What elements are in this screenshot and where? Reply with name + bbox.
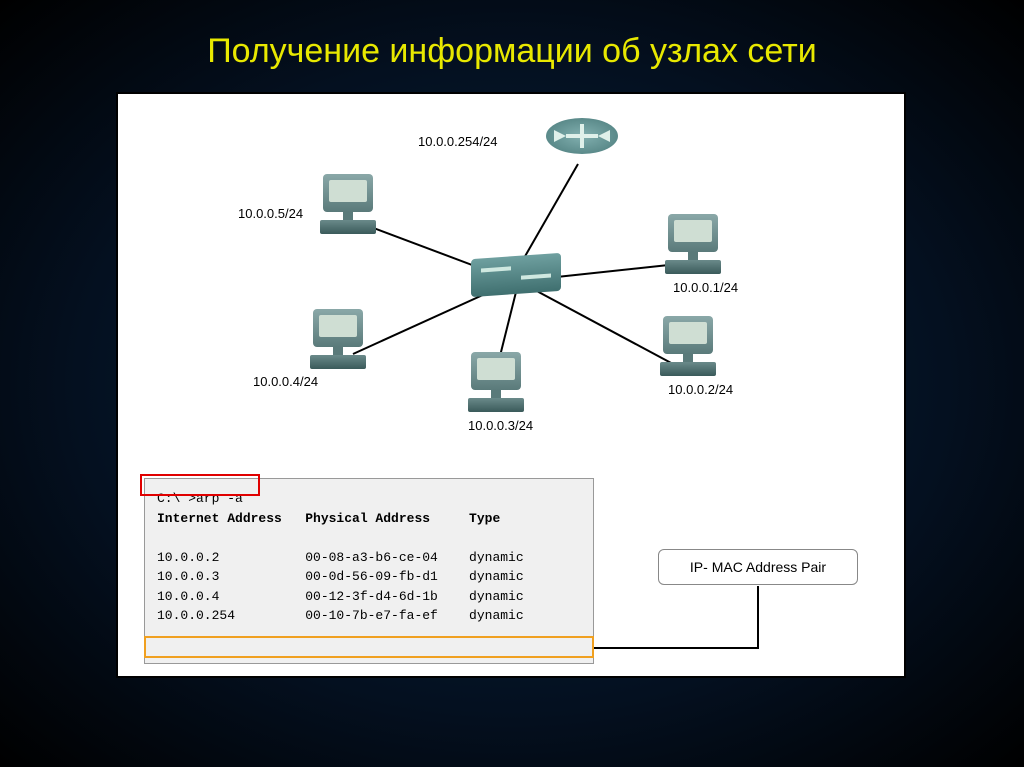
- pc5-label: 10.0.0.5/24: [238, 206, 303, 221]
- arp-row: 10.0.0.3 00-0d-56-09-fb-d1 dynamic: [157, 567, 581, 587]
- pc3-label: 10.0.0.3/24: [468, 418, 533, 433]
- slide-title: Получение информации об узлах сети: [0, 0, 1024, 71]
- router-label: 10.0.0.254/24: [418, 134, 498, 149]
- arp-row: 10.0.0.4 00-12-3f-d4-6d-1b dynamic: [157, 587, 581, 607]
- diagram-frame: 10.0.0.254/24 10.0.0.5/24 10.0.0.1/24 10…: [116, 92, 906, 678]
- terminal-command: C:\ >arp -a: [157, 489, 581, 509]
- terminal-output: C:\ >arp -a Internet Address Physical Ad…: [144, 478, 594, 664]
- arp-row: 10.0.0.254 00-10-7b-e7-fa-ef dynamic: [157, 606, 581, 626]
- pc-icon: [308, 309, 368, 369]
- pc-icon: [663, 214, 723, 274]
- router-icon: [546, 118, 618, 154]
- arp-row: 10.0.0.2 00-08-a3-b6-ce-04 dynamic: [157, 548, 581, 568]
- callout-box: IP- MAC Address Pair: [658, 549, 858, 585]
- pc2-label: 10.0.0.2/24: [668, 382, 733, 397]
- callout-label: IP- MAC Address Pair: [690, 559, 826, 575]
- pc1-label: 10.0.0.1/24: [673, 280, 738, 295]
- switch-icon: [471, 253, 561, 297]
- pc-icon: [318, 174, 378, 234]
- pc-icon: [658, 316, 718, 376]
- terminal-headers: Internet Address Physical Address Type: [157, 509, 581, 529]
- pc4-label: 10.0.0.4/24: [253, 374, 318, 389]
- pc-icon: [466, 352, 526, 412]
